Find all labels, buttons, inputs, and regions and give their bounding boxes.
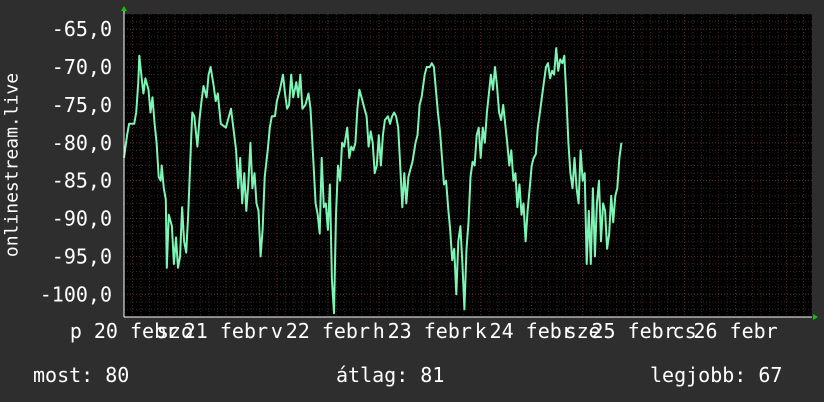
stat-average: átlag: 81: [336, 363, 444, 387]
y-axis-label: onlinestream.live: [1, 72, 23, 258]
x-tick-label: 25 febr: [591, 319, 675, 343]
x-tick-label: 23 febr: [388, 319, 472, 343]
y-tick-label: -80,0: [52, 131, 112, 155]
x-tick-label: 26 febr: [693, 319, 777, 343]
stat-average-value: 81: [420, 363, 445, 387]
y-tick-label: -75,0: [52, 93, 112, 117]
y-tick-label: -85,0: [52, 169, 112, 193]
stat-average-label: átlag:: [336, 363, 409, 387]
y-ticks: -100,0 -95,0 -90,0 -85,0 -80,0 -75,0 -70,0 -65,…: [40, 17, 112, 306]
x-tick-label: k: [475, 319, 487, 343]
x-tick-label: 21 febr: [184, 319, 268, 343]
stat-best: legjobb: 67: [650, 363, 782, 387]
y-tick-label: -95,0: [52, 244, 112, 268]
x-tick-label: h: [373, 319, 385, 343]
y-axis-arrow-icon: [121, 6, 127, 11]
y-tick-label: -90,0: [52, 207, 112, 231]
y-tick-label: -65,0: [52, 17, 112, 41]
stat-best-label: legjobb:: [650, 363, 747, 387]
stat-now-label: most:: [33, 363, 94, 387]
x-ticks: p 20 febrszo21 febr v 22 febr h 23 febr k 24 f…: [70, 319, 778, 343]
stat-now-value: 80: [105, 363, 130, 387]
stat-now: most: 80: [33, 363, 129, 387]
stat-best-value: 67: [758, 363, 783, 387]
x-tick-label: v: [271, 319, 283, 343]
x-tick-label: 22 febr: [286, 319, 370, 343]
x-tick-label: 24 febr: [490, 319, 574, 343]
x-axis-arrow-icon: [813, 314, 818, 320]
y-tick-label: -70,0: [52, 55, 112, 79]
chart: -100,0 -95,0 -90,0 -85,0 -80,0 -75,0 -70,0 -65,…: [40, 6, 818, 343]
y-tick-label: -100,0: [40, 282, 112, 306]
plot-area: [124, 14, 812, 317]
